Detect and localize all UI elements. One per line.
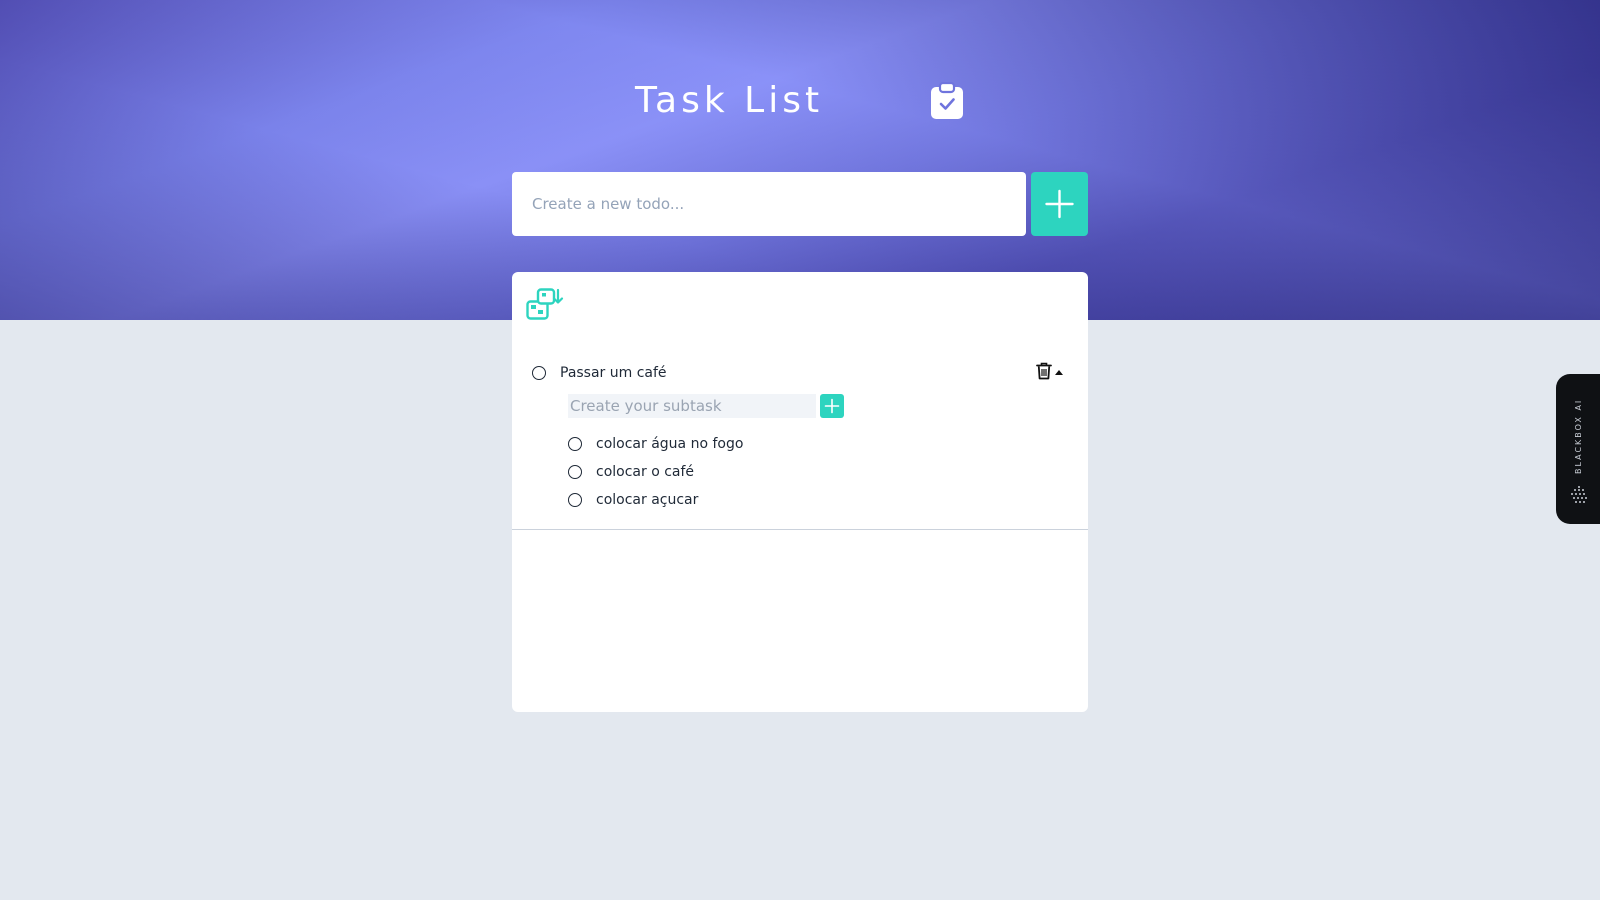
subtask-label: colocar açucar [596,492,699,508]
subtask-input[interactable] [568,394,816,418]
new-todo-input[interactable] [512,172,1026,236]
subtask-checkbox[interactable] [568,465,582,479]
trash-icon[interactable] [1036,362,1052,380]
plus-icon [1045,189,1074,219]
dots-logo-icon [1571,486,1587,503]
add-subtask-button[interactable] [820,394,844,418]
task-checkbox[interactable] [532,366,546,380]
subtask-item: colocar açucar [568,490,868,510]
subtask-item: colocar água no fogo [568,434,868,454]
widget-label: BLACKBOX AI [1574,398,1583,474]
blackbox-ai-widget[interactable]: BLACKBOX AI [1556,374,1600,524]
add-todo-button[interactable] [1031,172,1088,236]
plus-icon [824,398,840,414]
task-divider [512,529,1088,530]
clipboard-check-icon [931,82,963,119]
page-title: Task List [635,80,824,121]
page: Task List Passar um café [0,0,1600,900]
collapse-caret-icon[interactable] [1055,370,1063,375]
subtask-item: colocar o café [568,462,868,482]
subtask-label: colocar água no fogo [596,436,744,452]
subtask-checkbox[interactable] [568,437,582,451]
task-label: Passar um café [560,365,667,381]
subtask-checkbox[interactable] [568,493,582,507]
task-item: Passar um café [532,362,1072,386]
subtask-label: colocar o café [596,464,695,480]
swap-items-icon[interactable] [526,288,564,322]
